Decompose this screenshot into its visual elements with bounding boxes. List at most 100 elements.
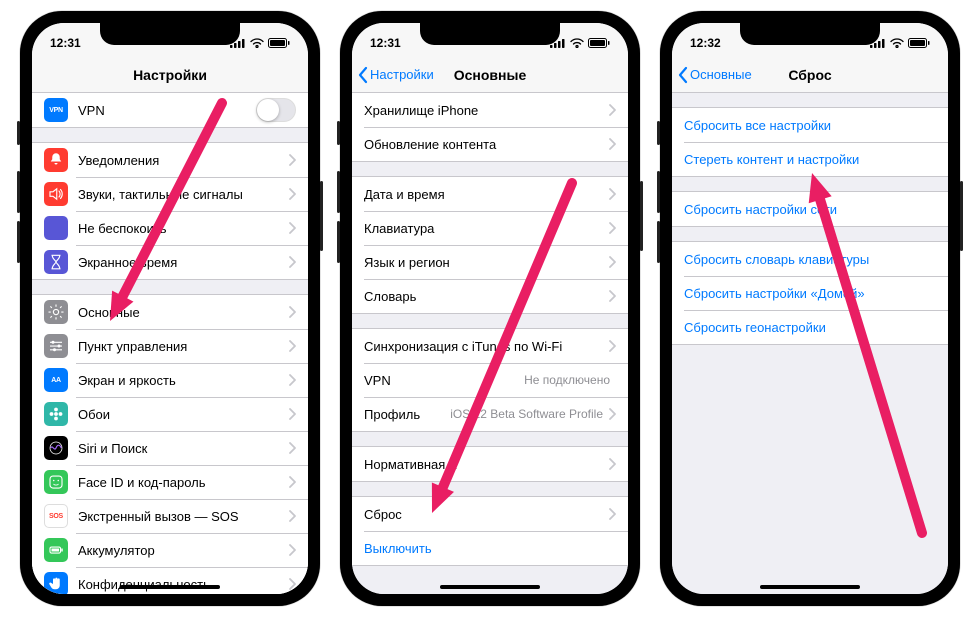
row-label: Хранилище iPhone: [364, 103, 609, 118]
settings-row[interactable]: Нормативная…: [352, 447, 628, 481]
settings-row[interactable]: ПрофильiOS 12 Beta Software Profile: [352, 397, 628, 431]
settings-row[interactable]: VPNVPN: [32, 93, 308, 127]
settings-row[interactable]: Обновление контента: [352, 127, 628, 161]
settings-row[interactable]: Выключить: [352, 531, 628, 565]
row-label: Клавиатура: [364, 221, 609, 236]
chevron-right-icon: [609, 408, 616, 420]
home-indicator[interactable]: [760, 585, 860, 589]
settings-group: Сбросить все настройки Стереть контент и …: [672, 107, 948, 177]
settings-row[interactable]: Сбросить все настройки: [672, 108, 948, 142]
row-value: iOS 12 Beta Software Profile: [450, 407, 603, 421]
back-label: Основные: [690, 67, 752, 82]
row-label: Сбросить геонастройки: [684, 320, 936, 335]
row-label: Сбросить настройки «Домой»: [684, 286, 936, 301]
settings-row[interactable]: Конфиденциальность: [32, 567, 308, 594]
settings-row[interactable]: VPNНе подключено: [352, 363, 628, 397]
settings-row[interactable]: Пункт управления: [32, 329, 308, 363]
faceid-icon: [44, 470, 68, 494]
row-label: Siri и Поиск: [78, 441, 289, 456]
row-label: Не беспокоить: [78, 221, 289, 236]
settings-row[interactable]: Сбросить настройки «Домой»: [672, 276, 948, 310]
settings-row[interactable]: Сбросить словарь клавиатуры: [672, 242, 948, 276]
settings-row[interactable]: Аккумулятор: [32, 533, 308, 567]
settings-row[interactable]: Не беспокоить: [32, 211, 308, 245]
settings-row[interactable]: SOSЭкстренный вызов — SOS: [32, 499, 308, 533]
wallpaper-icon: [44, 402, 68, 426]
settings-row[interactable]: Звуки, тактильные сигналы: [32, 177, 308, 211]
row-label: Звуки, тактильные сигналы: [78, 187, 289, 202]
settings-row[interactable]: Язык и регион: [352, 245, 628, 279]
wifi-icon: [890, 38, 904, 48]
chevron-left-icon: [678, 66, 688, 84]
settings-row[interactable]: Основные: [32, 295, 308, 329]
chevron-right-icon: [289, 578, 296, 590]
notch: [740, 23, 880, 45]
notch: [420, 23, 560, 45]
settings-row[interactable]: AAЭкран и яркость: [32, 363, 308, 397]
screentime-icon: [44, 250, 68, 274]
row-label: Профиль: [364, 407, 450, 422]
settings-row[interactable]: Хранилище iPhone: [352, 93, 628, 127]
nav-title: Основные: [454, 67, 527, 83]
row-label: Экстренный вызов — SOS: [78, 509, 289, 524]
mute-switch: [17, 121, 20, 145]
control-icon: [44, 334, 68, 358]
settings-row[interactable]: Дата и время: [352, 177, 628, 211]
content[interactable]: VPNVPN Уведомления Звуки, тактильные сигна…: [32, 93, 308, 594]
chevron-right-icon: [609, 104, 616, 116]
settings-row[interactable]: Уведомления: [32, 143, 308, 177]
row-label: Сброс: [364, 507, 609, 522]
status-time: 12:32: [690, 36, 721, 50]
settings-group: Основные Пункт управления AAЭкран и яркост…: [32, 294, 308, 594]
settings-group: Синхронизация с iTunes по Wi-FiVPNНе под…: [352, 328, 628, 432]
content[interactable]: Сбросить все настройки Стереть контент и …: [672, 93, 948, 594]
chevron-right-icon: [289, 256, 296, 268]
settings-row[interactable]: Сбросить геонастройки: [672, 310, 948, 344]
settings-row[interactable]: Клавиатура: [352, 211, 628, 245]
settings-row[interactable]: Сброс: [352, 497, 628, 531]
siri-icon: [44, 436, 68, 460]
settings-group: VPNVPN: [32, 93, 308, 128]
chevron-right-icon: [609, 256, 616, 268]
settings-row[interactable]: Стереть контент и настройки: [672, 142, 948, 176]
settings-row[interactable]: Синхронизация с iTunes по Wi-Fi: [352, 329, 628, 363]
row-label: Выключить: [364, 541, 616, 556]
chevron-right-icon: [289, 374, 296, 386]
row-label: Язык и регион: [364, 255, 609, 270]
home-indicator[interactable]: [120, 585, 220, 589]
battery-icon: [908, 38, 930, 48]
toggle-switch[interactable]: [256, 98, 296, 122]
chevron-right-icon: [609, 458, 616, 470]
general-icon: [44, 300, 68, 324]
chevron-right-icon: [609, 222, 616, 234]
chevron-right-icon: [289, 476, 296, 488]
settings-group: Сбросить настройки сети: [672, 191, 948, 227]
chevron-right-icon: [289, 510, 296, 522]
row-label: Пункт управления: [78, 339, 289, 354]
settings-group: Хранилище iPhone Обновление контента: [352, 93, 628, 162]
volume-up-button: [657, 171, 660, 213]
settings-row[interactable]: Siri и Поиск: [32, 431, 308, 465]
settings-group: Сбросить словарь клавиатуры Сбросить наст…: [672, 241, 948, 345]
settings-row[interactable]: Словарь: [352, 279, 628, 313]
settings-row[interactable]: Экранное время: [32, 245, 308, 279]
nav-bar: ОсновныеСброс: [672, 57, 948, 93]
row-label: Дата и время: [364, 187, 609, 202]
settings-row[interactable]: Сбросить настройки сети: [672, 192, 948, 226]
row-label: Основные: [78, 305, 289, 320]
home-indicator[interactable]: [440, 585, 540, 589]
chevron-right-icon: [289, 442, 296, 454]
row-label: Сбросить все настройки: [684, 118, 936, 133]
settings-row[interactable]: Обои: [32, 397, 308, 431]
content[interactable]: Хранилище iPhone Обновление контента Дата …: [352, 93, 628, 594]
back-button[interactable]: Настройки: [358, 66, 434, 84]
chevron-right-icon: [289, 188, 296, 200]
back-button[interactable]: Основные: [678, 66, 752, 84]
settings-group: Сброс Выключить: [352, 496, 628, 566]
row-label: Обои: [78, 407, 289, 422]
row-label: Экран и яркость: [78, 373, 289, 388]
row-label: Экранное время: [78, 255, 289, 270]
settings-row[interactable]: Face ID и код-пароль: [32, 465, 308, 499]
dnd-icon: [44, 216, 68, 240]
battery-icon: [588, 38, 610, 48]
